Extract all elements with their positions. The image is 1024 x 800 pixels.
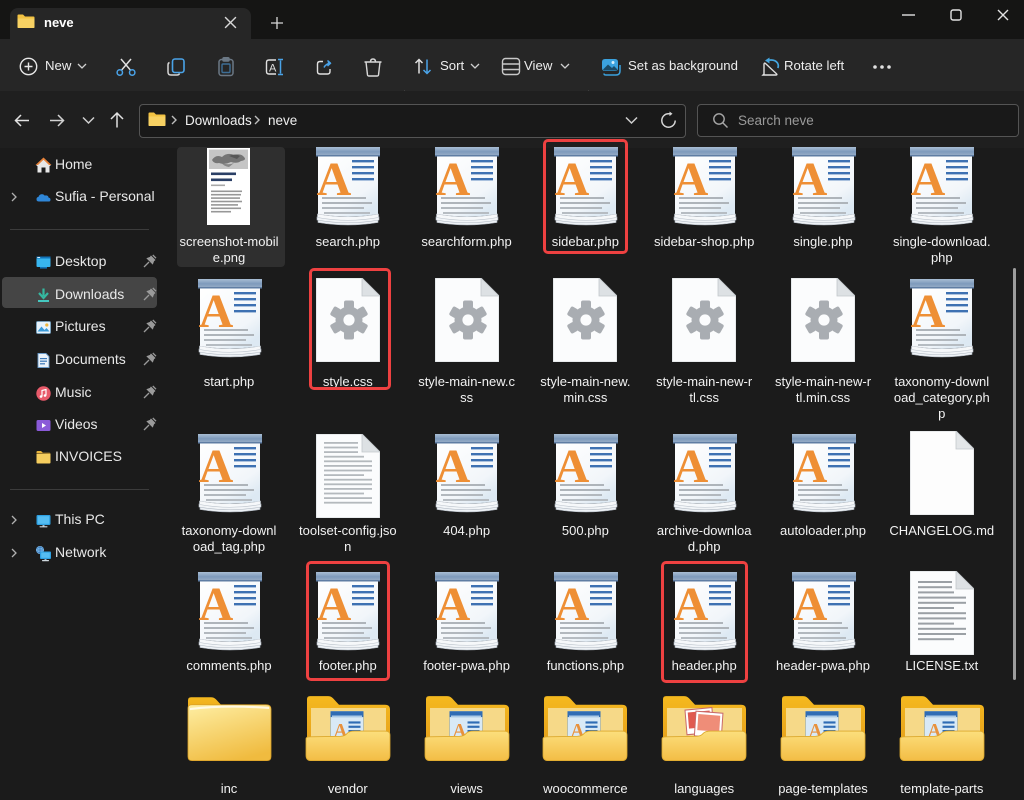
svg-text:A: A [269,63,277,75]
